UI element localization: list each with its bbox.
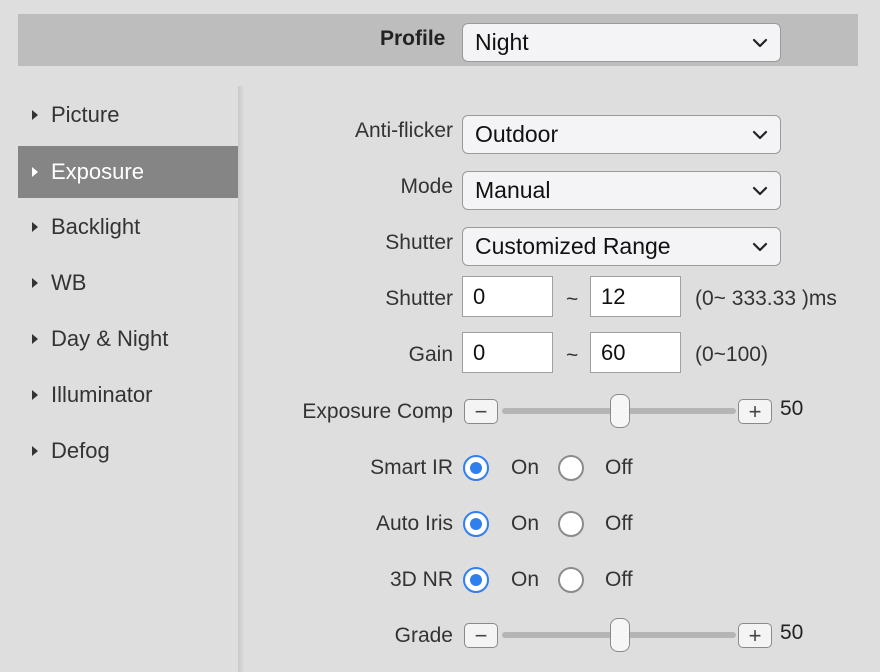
triangle-right-icon <box>32 278 38 288</box>
anti-flicker-value: Outdoor <box>475 121 559 147</box>
plus-icon: + <box>748 622 762 648</box>
sidebar-item-label: Illuminator <box>51 382 153 407</box>
smart-ir-off-label: Off <box>605 456 633 479</box>
grade-value: 50 <box>780 621 804 644</box>
exposure-comp-slider-thumb[interactable] <box>610 394 630 428</box>
grade-slider-thumb[interactable] <box>610 618 630 652</box>
gain-max-value: 60 <box>601 339 626 365</box>
smart-ir-on-label: On <box>511 456 540 479</box>
3d-nr-on-radio[interactable] <box>463 567 489 593</box>
auto-iris-on-label: On <box>511 512 540 535</box>
minus-icon: − <box>474 398 488 424</box>
shutter-range-note: (0~ 333.33 )ms <box>695 287 837 310</box>
3d-nr-label: 3D NR <box>389 568 453 591</box>
minus-icon: − <box>474 622 488 648</box>
profile-label: Profile <box>380 27 446 50</box>
plus-icon: + <box>748 398 762 424</box>
triangle-right-icon <box>32 334 38 344</box>
chevron-down-icon <box>752 186 768 196</box>
profile-select-value: Night <box>475 29 529 55</box>
mode-value: Manual <box>475 177 551 203</box>
chevron-down-icon <box>752 130 768 140</box>
shutter-min-input[interactable]: 0 <box>462 276 553 317</box>
shutter-mode-select[interactable]: Customized Range <box>462 227 781 266</box>
triangle-right-icon <box>32 110 38 120</box>
sidebar-item-label: Day & Night <box>51 326 169 351</box>
triangle-right-icon <box>32 390 38 400</box>
gain-range-separator: ~ <box>566 344 579 367</box>
smart-ir-on-radio[interactable] <box>463 455 489 481</box>
grade-minus-button[interactable]: − <box>464 623 498 648</box>
auto-iris-off-label: Off <box>605 512 633 535</box>
3d-nr-off-label: Off <box>605 568 633 591</box>
sidebar-item-label: Backlight <box>51 214 141 239</box>
3d-nr-on-label: On <box>511 568 540 591</box>
triangle-right-icon <box>32 222 38 232</box>
smart-ir-off-radio[interactable] <box>558 455 584 481</box>
gain-label: Gain <box>408 343 453 366</box>
shutter-max-input[interactable]: 12 <box>590 276 681 317</box>
sidebar-item-label: Picture <box>51 102 120 127</box>
exposure-comp-value: 50 <box>780 397 804 420</box>
auto-iris-off-radio[interactable] <box>558 511 584 537</box>
exposure-comp-minus-button[interactable]: − <box>464 399 498 424</box>
chevron-down-icon <box>752 38 768 48</box>
sidebar-item-label: Exposure <box>51 159 144 184</box>
profile-select[interactable]: Night <box>462 23 781 62</box>
chevron-down-icon <box>752 242 768 252</box>
shutter-range-separator: ~ <box>566 288 579 311</box>
sidebar-item-label: WB <box>51 270 87 295</box>
triangle-right-icon <box>32 167 38 177</box>
gain-min-input[interactable]: 0 <box>462 332 553 373</box>
shutter-min-value: 0 <box>473 283 486 309</box>
mode-select[interactable]: Manual <box>462 171 781 210</box>
gain-min-value: 0 <box>473 339 486 365</box>
mode-label: Mode <box>400 175 453 198</box>
smart-ir-label: Smart IR <box>370 456 453 479</box>
sidebar-item-label: Defog <box>51 438 110 463</box>
3d-nr-off-radio[interactable] <box>558 567 584 593</box>
grade-label: Grade <box>394 624 453 647</box>
triangle-right-icon <box>32 446 38 456</box>
anti-flicker-select[interactable]: Outdoor <box>462 115 781 154</box>
auto-iris-label: Auto Iris <box>375 512 453 535</box>
shutter-max-value: 12 <box>601 283 626 309</box>
exposure-comp-plus-button[interactable]: + <box>738 399 772 424</box>
exposure-comp-label: Exposure Comp <box>302 400 453 423</box>
anti-flicker-label: Anti-flicker <box>354 119 453 142</box>
shutter-mode-value: Customized Range <box>475 233 671 259</box>
gain-max-input[interactable]: 60 <box>590 332 681 373</box>
gain-range-note: (0~100) <box>695 343 768 366</box>
auto-iris-on-radio[interactable] <box>463 511 489 537</box>
grade-plus-button[interactable]: + <box>738 623 772 648</box>
shutter-range-label: Shutter <box>385 287 453 310</box>
shutter-mode-label: Shutter <box>385 231 453 254</box>
